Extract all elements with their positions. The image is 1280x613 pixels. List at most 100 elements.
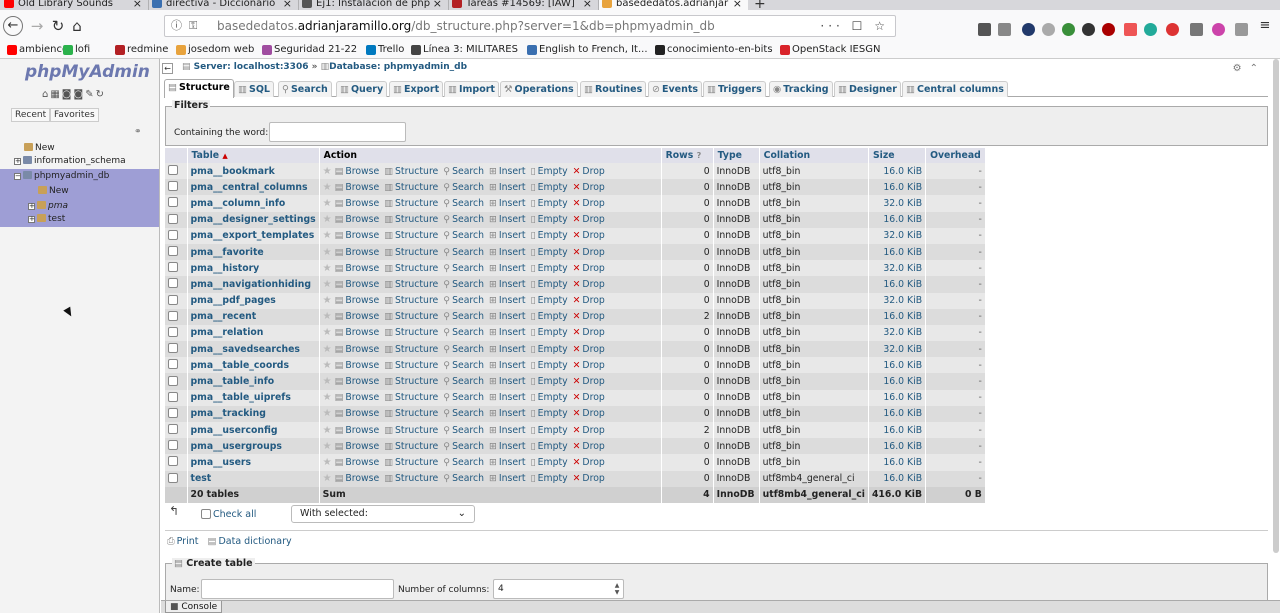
drop-link[interactable]: ✕ Drop [573,230,605,241]
structure-link[interactable]: ▥ Structure [384,214,438,225]
favorite-star-icon[interactable]: ★ [323,327,332,338]
reload-button[interactable]: ↻ [48,16,68,36]
breadcrumb-server[interactable]: Server: localhost:3306 [194,62,309,72]
browse-link[interactable]: ▤ Browse [335,247,380,258]
close-tab-icon[interactable]: × [583,0,592,10]
page-actions-icon[interactable]: ··· ☐ ☆ [820,16,889,36]
size-cell[interactable]: 16.0 KiB [868,163,927,180]
browse-link[interactable]: ▤ Browse [335,279,380,290]
insert-link[interactable]: ⊞ Insert [489,327,525,338]
empty-link[interactable]: ▯ Empty [531,279,568,290]
drop-link[interactable]: ✕ Drop [573,473,605,484]
browse-link[interactable]: ▤ Browse [335,166,380,177]
favorite-star-icon[interactable]: ★ [323,344,332,355]
check-all-checkbox[interactable] [201,509,211,519]
size-cell[interactable]: 16.0 KiB [868,373,927,390]
structure-link[interactable]: ▥ Structure [384,360,438,371]
search-link[interactable]: ⚲ Search [443,214,484,225]
size-cell[interactable]: 16.0 KiB [868,308,927,325]
back-button[interactable]: ← [3,16,23,36]
table-name-link[interactable]: pma__users [191,457,252,468]
size-cell[interactable]: 32.0 KiB [868,341,927,358]
row-checkbox[interactable] [168,391,178,402]
row-checkbox[interactable] [168,440,178,451]
insert-link[interactable]: ⊞ Insert [489,457,525,468]
close-tab-icon[interactable]: × [133,0,142,10]
table-name-link[interactable]: test [191,473,212,484]
expand-icon[interactable]: + [28,216,35,223]
check-all-label[interactable]: Check all [213,509,256,520]
browser-tab[interactable]: Old Library Sounds × [0,0,148,10]
tab-designer[interactable]: ▥ Designer [834,81,901,97]
empty-link[interactable]: ▯ Empty [531,376,568,387]
empty-link[interactable]: ▯ Empty [531,247,568,258]
tab-export[interactable]: ▥ Export [389,81,444,97]
empty-link[interactable]: ▯ Empty [531,360,568,371]
browse-link[interactable]: ▤ Browse [335,408,380,419]
favorite-star-icon[interactable]: ★ [323,182,332,193]
browse-link[interactable]: ▤ Browse [335,344,380,355]
table-name-link[interactable]: pma__tracking [191,408,266,419]
row-checkbox[interactable] [168,359,178,370]
structure-link[interactable]: ▥ Structure [384,425,438,436]
favorite-star-icon[interactable]: ★ [323,198,332,209]
browser-tab[interactable]: directiva - Diccionario × [148,0,298,10]
insert-link[interactable]: ⊞ Insert [489,182,525,193]
columns-number-input[interactable]: 4 ▲ ▼ [493,579,624,599]
drop-link[interactable]: ✕ Drop [573,344,605,355]
header-type[interactable]: Type [713,148,760,163]
structure-link[interactable]: ▥ Structure [384,392,438,403]
tab-structure[interactable]: ▤ Structure [164,79,234,98]
insert-link[interactable]: ⊞ Insert [489,230,525,241]
size-cell[interactable]: 16.0 KiB [868,405,927,422]
browse-link[interactable]: ▤ Browse [335,327,380,338]
empty-link[interactable]: ▯ Empty [531,311,568,322]
tab-operations[interactable]: ⚒ Operations [500,81,578,97]
forward-button[interactable]: → [27,16,47,36]
empty-link[interactable]: ▯ Empty [531,327,568,338]
drop-link[interactable]: ✕ Drop [573,295,605,306]
tab-import[interactable]: ▥ Import [444,81,499,97]
structure-link[interactable]: ▥ Structure [384,408,438,419]
tab-sql[interactable]: ▥ SQL [234,81,274,97]
table-name-link[interactable]: pma__table_uiprefs [191,392,291,403]
search-link[interactable]: ⚲ Search [443,182,484,193]
browse-link[interactable]: ▤ Browse [335,182,380,193]
drop-link[interactable]: ✕ Drop [573,457,605,468]
drop-link[interactable]: ✕ Drop [573,327,605,338]
insert-link[interactable]: ⊞ Insert [489,408,525,419]
expand-icon[interactable]: + [14,158,21,165]
shield-icon[interactable] [1062,23,1075,36]
search-link[interactable]: ⚲ Search [443,392,484,403]
browse-link[interactable]: ▤ Browse [335,392,380,403]
insert-link[interactable]: ⊞ Insert [489,392,525,403]
url-bar[interactable]: ⓘ ⚿ basededatos.adrianjaramillo.org/db_s… [164,15,896,37]
sort-icon[interactable]: ▲ [222,152,227,160]
row-checkbox[interactable] [168,262,178,273]
favorites-button[interactable]: Favorites [50,108,99,122]
recent-button[interactable]: Recent [11,108,51,122]
table-name-link[interactable]: pma__table_info [191,376,275,387]
table-name-link[interactable]: pma__userconfig [191,425,278,436]
insert-link[interactable]: ⊞ Insert [489,263,525,274]
row-checkbox[interactable] [168,310,178,321]
menu-icon[interactable]: ≡ [1255,16,1275,36]
search-link[interactable]: ⚲ Search [443,425,484,436]
size-cell[interactable]: 16.0 KiB [868,422,927,439]
search-link[interactable]: ⚲ Search [443,295,484,306]
empty-link[interactable]: ▯ Empty [531,408,568,419]
empty-link[interactable]: ▯ Empty [531,473,568,484]
search-link[interactable]: ⚲ Search [443,441,484,452]
size-cell[interactable]: 32.0 KiB [868,292,927,309]
mask-icon[interactable] [1082,23,1095,36]
row-checkbox[interactable] [168,197,178,208]
structure-link[interactable]: ▥ Structure [384,295,438,306]
insert-link[interactable]: ⊞ Insert [489,295,525,306]
favorite-star-icon[interactable]: ★ [323,392,332,403]
extension-teal-icon[interactable] [1144,23,1157,36]
extension-red-icon[interactable] [1124,23,1137,36]
table-name-link[interactable]: pma__usergroups [191,441,282,452]
browse-link[interactable]: ▤ Browse [335,263,380,274]
expand-icon[interactable]: − [14,173,21,180]
size-cell[interactable]: 32.0 KiB [868,324,927,342]
